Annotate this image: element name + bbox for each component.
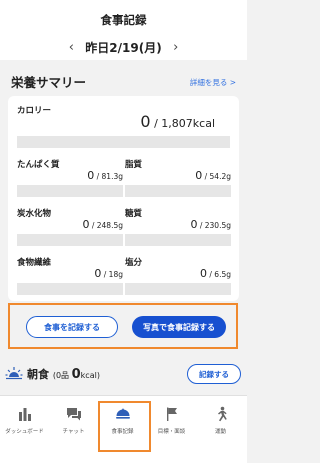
nutrient-target: / 248.5g xyxy=(89,221,123,230)
nutrient-progress-bar xyxy=(125,283,231,295)
nutrient-label: 食物繊維 xyxy=(17,258,52,268)
running-icon xyxy=(217,406,227,422)
nutrient-progress-bar xyxy=(17,185,123,197)
current-date-label: 昨日2/19(月) xyxy=(85,40,162,55)
sunrise-icon xyxy=(5,367,23,380)
nutrition-summary-card: カロリー 0 / 1,807kcal たんぱく質 0 / 81.3g 脂質 0 … xyxy=(8,96,239,301)
summary-title: 栄養サマリー xyxy=(11,75,87,90)
breakfast-section: 朝食 (0品 0kcal) 記録する xyxy=(0,355,247,395)
nutrient-target: / 230.5g xyxy=(197,221,231,230)
page-title: 食事記録 xyxy=(100,13,147,27)
breakfast-record-button[interactable]: 記録する xyxy=(187,364,241,384)
calorie-target: / 1,807kcal xyxy=(150,117,215,130)
tab-label: ダッシュボード xyxy=(5,429,44,435)
calorie-progress-bar xyxy=(17,136,230,148)
calorie-current: 0 xyxy=(140,112,151,131)
tab-label: 運動 xyxy=(214,429,226,435)
nutrient-progress-bar xyxy=(125,185,231,197)
meal-kcal-suffix: kcal) xyxy=(80,371,100,380)
next-day-chevron-icon[interactable]: › xyxy=(170,41,182,54)
tab-goals[interactable]: 目標・面談 xyxy=(147,396,196,448)
record-meal-button[interactable]: 食事を記録する xyxy=(26,316,118,338)
date-navigator: ‹ 昨日2/19(月) › xyxy=(0,38,247,56)
tab-chat[interactable]: チャット xyxy=(49,396,98,448)
nutrient-target: / 81.3g xyxy=(94,172,123,181)
nutrient-progress-bar xyxy=(17,234,123,246)
summary-detail-link[interactable]: 詳細を見る > xyxy=(190,77,236,88)
chat-icon xyxy=(66,408,81,421)
calorie-value: 0 / 1,807kcal xyxy=(140,112,215,131)
nutrient-progress-bar xyxy=(17,283,123,295)
prev-day-chevron-icon[interactable]: ‹ xyxy=(65,41,77,54)
nutrient-value: 0 / 6.5g xyxy=(200,267,231,280)
nutrient-target: / 54.2g xyxy=(202,172,231,181)
tab-dashboard[interactable]: ダッシュボード xyxy=(0,396,49,448)
nutrient-value: 0 / 54.2g xyxy=(195,169,231,182)
nutrient-value: 0 / 81.3g xyxy=(87,169,123,182)
nutrient-value: 0 / 18g xyxy=(94,267,123,280)
nutrient-label: 塩分 xyxy=(125,258,143,268)
nutrient-label: 糖質 xyxy=(125,209,143,219)
breakfast-summary: 朝食 (0品 0kcal) xyxy=(27,366,100,382)
nutrient-label: たんぱく質 xyxy=(17,160,60,170)
nutrient-target: / 18g xyxy=(101,270,123,279)
nutrient-value: 0 / 248.5g xyxy=(82,218,123,231)
meal-count: (0品 xyxy=(52,371,72,380)
tab-label: チャット xyxy=(62,429,85,435)
photo-record-button[interactable]: 写真で食事記録する xyxy=(132,316,226,338)
nutrient-label: 脂質 xyxy=(125,160,143,170)
nutrient-target: / 6.5g xyxy=(207,270,231,279)
nutrient-progress-bar xyxy=(125,234,231,246)
meal-kcal-value: 0 xyxy=(71,367,81,382)
active-tab-highlight xyxy=(98,401,151,452)
nutrient-label: 炭水化物 xyxy=(17,209,52,219)
top-bar: 食事記録 ‹ 昨日2/19(月) › xyxy=(0,0,247,60)
record-actions-highlight: 食事を記録する 写真で食事記録する xyxy=(8,303,238,349)
nutrient-current: 0 xyxy=(200,267,208,280)
summary-header: 栄養サマリー 詳細を見る > xyxy=(0,72,247,90)
tab-label: 目標・面談 xyxy=(157,429,186,435)
nutrient-value: 0 / 230.5g xyxy=(190,218,231,231)
meal-name: 朝食 xyxy=(27,368,49,381)
flag-icon xyxy=(166,407,177,421)
bar-chart-icon xyxy=(18,408,31,421)
tab-exercise[interactable]: 運動 xyxy=(196,396,245,448)
